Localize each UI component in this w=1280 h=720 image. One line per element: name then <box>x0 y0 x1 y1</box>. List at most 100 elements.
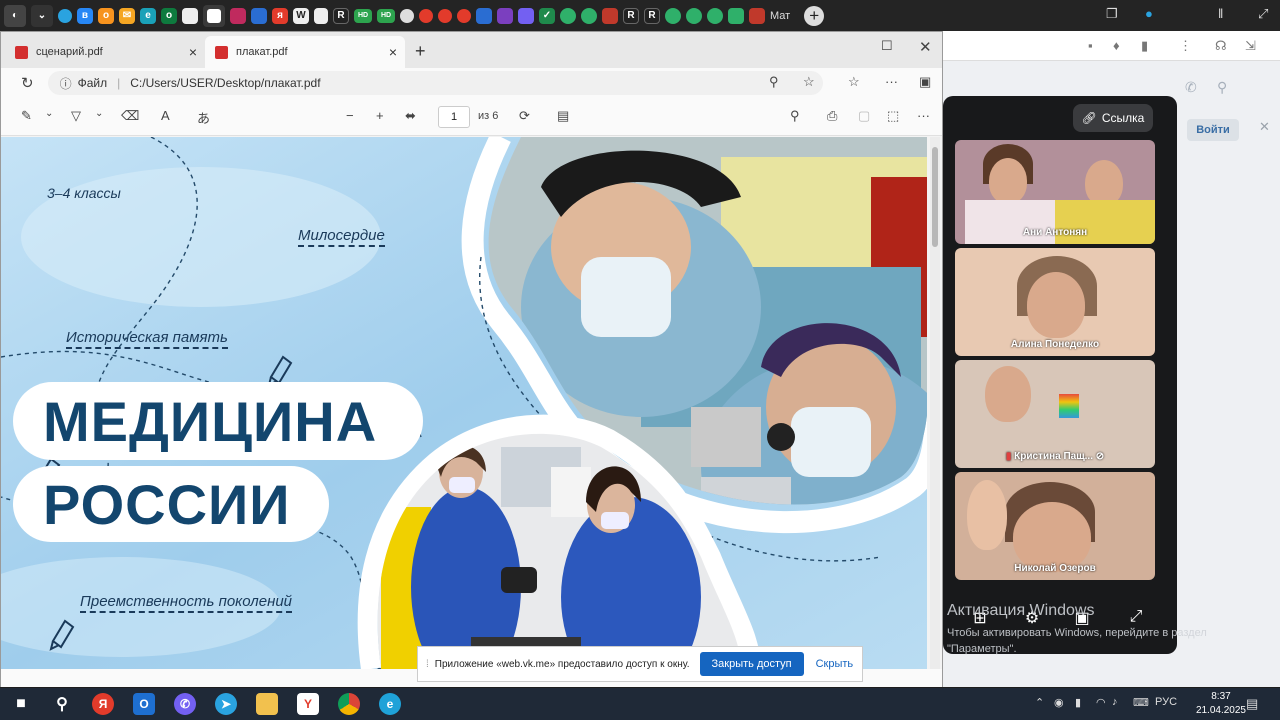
tab-flower3-icon[interactable] <box>665 7 681 24</box>
battery-icon[interactable]: ▮ <box>1075 696 1081 709</box>
tab-chevron-icon[interactable]: ⌄ <box>31 4 53 27</box>
participant-tile[interactable]: ▮ Кристина Пащ... ⊘ <box>955 360 1155 468</box>
yandex-icon[interactable]: Y <box>297 693 319 715</box>
tab-ya-icon[interactable]: я <box>272 7 288 24</box>
read-aloud-icon[interactable]: あ <box>197 108 210 127</box>
tray-arrow-icon[interactable]: ⌃ <box>1035 696 1044 709</box>
notifications-icon[interactable]: ▤ <box>1246 696 1258 712</box>
tab-tiktok-icon[interactable] <box>400 8 414 23</box>
more-icon[interactable]: ··· <box>917 108 930 123</box>
reader-icon[interactable]: ☊ <box>1215 38 1227 54</box>
input-icon[interactable]: ⌨ <box>1133 696 1149 709</box>
clock[interactable]: 8:37 21.04.2025 <box>1196 690 1246 718</box>
reload-icon[interactable]: ↻ <box>21 74 34 92</box>
sidebar-icon[interactable]: ▣ <box>919 74 931 90</box>
tab-ms2-icon[interactable] <box>476 7 492 24</box>
rotate-icon[interactable]: ⟳ <box>519 108 530 124</box>
mic-icon[interactable]: ♦ <box>1113 38 1120 53</box>
windows-start-icon[interactable]: ■ <box>10 693 32 715</box>
link-button[interactable]: 🔗︎ Ссылка <box>1073 104 1153 132</box>
search-icon[interactable]: ⚲ <box>790 108 800 124</box>
new-tab-icon[interactable]: + <box>415 41 426 62</box>
participant-tile[interactable]: Алина Понеделко <box>955 248 1155 356</box>
yandex-browser-icon[interactable]: Я <box>92 693 114 715</box>
close-tab-icon[interactable]: × <box>189 44 197 60</box>
tab-ya2-icon[interactable] <box>419 8 433 23</box>
text-icon[interactable]: A <box>161 108 170 123</box>
telegram-icon[interactable]: ➤ <box>215 693 237 715</box>
audio-icon[interactable] <box>230 7 246 24</box>
drag-handle-icon[interactable]: ⁞ <box>426 659 429 670</box>
tab-flower-icon[interactable] <box>560 7 576 24</box>
volume-icon[interactable]: ♪ <box>1112 696 1118 708</box>
link-icon[interactable]: ⇲ <box>1245 38 1256 54</box>
tab-flower4-icon[interactable] <box>686 7 702 24</box>
pause-icon[interactable]: ‖ <box>1218 6 1223 21</box>
chevron-down-icon[interactable]: ⌄ <box>45 108 53 119</box>
telegram-icon[interactable] <box>58 8 72 23</box>
tab-flower5-icon[interactable] <box>707 7 723 24</box>
eraser-icon[interactable]: ⌫ <box>121 108 139 124</box>
zoom-in-icon[interactable]: + <box>376 108 384 123</box>
close-window-icon[interactable]: ✕ <box>919 38 932 56</box>
phone-icon[interactable]: ✆ <box>1185 79 1197 96</box>
highlight-icon[interactable]: ✎ <box>21 108 32 124</box>
tab-hd-icon[interactable]: HD <box>354 8 372 23</box>
maximize-icon[interactable]: ☐ <box>881 38 893 54</box>
favorite-star-icon[interactable]: ☆ <box>803 74 815 90</box>
page-view-icon[interactable]: ▤ <box>557 108 569 124</box>
tab-ms-icon[interactable] <box>251 7 267 24</box>
tab-ms5-icon[interactable] <box>749 7 765 24</box>
participant-tile[interactable]: Ани Антонян <box>955 140 1155 244</box>
vk-icon[interactable]: в <box>77 7 93 24</box>
tab-ms3-icon[interactable] <box>602 7 618 24</box>
stop-sharing-button[interactable]: Закрыть доступ <box>699 652 804 676</box>
outlook-icon[interactable]: O <box>133 693 155 715</box>
tab-prism-icon[interactable]: ◐ <box>4 4 26 27</box>
fullscreen-icon[interactable]: ⤢ <box>1258 6 1268 22</box>
viber-icon[interactable]: ✆ <box>174 693 196 715</box>
join-button[interactable]: Войти <box>1187 119 1239 141</box>
new-tab-button[interactable]: + <box>804 5 825 26</box>
tab-ya4-icon[interactable] <box>457 8 471 23</box>
wifi-icon[interactable]: ◠ <box>1096 696 1106 709</box>
tab-r2-icon[interactable]: R <box>623 7 639 24</box>
tray-app-icon[interactable]: ◉ <box>1054 696 1064 709</box>
tab-mat-label[interactable]: Мат <box>770 10 790 22</box>
camera-icon[interactable]: ▪ <box>1088 38 1093 53</box>
tab-poster[interactable]: плакат.pdf × <box>205 36 405 68</box>
hide-button[interactable]: Скрыть <box>816 658 854 670</box>
save-as-icon[interactable]: ⬚ <box>887 108 899 124</box>
more-icon[interactable]: ⋮ <box>1179 38 1192 54</box>
favorites-icon[interactable]: ☆ <box>848 74 860 90</box>
edge-icon[interactable]: e <box>379 693 401 715</box>
ozon-icon[interactable]: o <box>161 7 177 24</box>
page-number-input[interactable]: 1 <box>438 106 470 128</box>
edge-tab-icon[interactable]: e <box>140 7 156 24</box>
tab-hd2-icon[interactable]: HD <box>377 8 395 23</box>
chevron-down-icon[interactable]: ⌄ <box>95 108 103 119</box>
pdf-scrollbar[interactable] <box>930 137 940 669</box>
search-icon[interactable]: ⚲ <box>1217 79 1227 96</box>
zoom-icon[interactable]: ⚲ <box>769 74 779 90</box>
tab-check-icon[interactable]: ✓ <box>539 7 555 24</box>
tab-ya3-icon[interactable] <box>438 8 452 23</box>
save-icon[interactable]: ▢ <box>858 108 870 124</box>
zoom-out-icon[interactable]: − <box>346 108 354 123</box>
tab-viber-icon[interactable] <box>518 7 534 24</box>
tab-r3-icon[interactable]: R <box>644 7 660 24</box>
search-icon[interactable]: ⚲ <box>51 693 73 715</box>
tab-ms4-icon[interactable] <box>728 7 744 24</box>
close-icon[interactable]: ✕ <box>1259 119 1270 135</box>
lang-indicator[interactable]: РУС <box>1155 696 1177 708</box>
tab-scenario[interactable]: сценарий.pdf × <box>5 36 205 68</box>
close-tab-icon[interactable]: × <box>389 44 397 60</box>
tab-flower2-icon[interactable] <box>581 7 597 24</box>
bookmark-icon[interactable]: ▮ <box>1141 38 1148 54</box>
scrollbar-thumb[interactable] <box>932 147 938 247</box>
more-icon[interactable]: ··· <box>885 74 898 89</box>
fit-width-icon[interactable]: ⬌ <box>405 108 416 124</box>
address-bar[interactable]: ⓘ Файл | C:/Users/USER/Desktop/плакат.pd… <box>47 71 823 95</box>
tab-r-icon[interactable]: R <box>333 7 349 24</box>
print-icon[interactable]: ⎙ <box>827 108 837 124</box>
